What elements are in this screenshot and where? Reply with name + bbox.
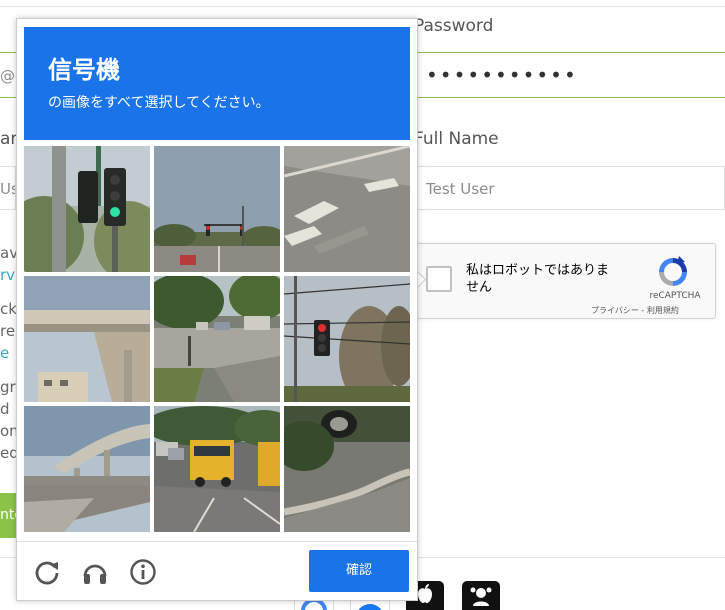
- recaptcha-logo-icon: [659, 256, 687, 286]
- footer-divider: [17, 541, 417, 542]
- text-fragment: ck: [0, 300, 17, 318]
- link-fragment[interactable]: rv: [0, 266, 15, 284]
- image-tile-9[interactable]: [284, 406, 410, 532]
- divider: [0, 6, 725, 7]
- name-field-fragment[interactable]: Us: [0, 166, 16, 210]
- image-tile-5[interactable]: [154, 276, 280, 402]
- image-tile-6[interactable]: [284, 276, 410, 402]
- terms-link[interactable]: 利用規約: [647, 306, 679, 315]
- info-icon[interactable]: [129, 558, 157, 586]
- recaptcha-checkbox[interactable]: [426, 266, 452, 292]
- recaptcha-challenge: 信号機 の画像をすべて選択してください。 確認: [16, 18, 418, 601]
- challenge-header: 信号機 の画像をすべて選択してください。: [24, 27, 410, 140]
- name-label-fragment: ar: [0, 129, 18, 149]
- email-field[interactable]: @e: [0, 54, 16, 98]
- image-tile-3[interactable]: [284, 146, 410, 272]
- full-name-label: Full Name: [414, 129, 499, 149]
- image-tile-4[interactable]: [24, 276, 150, 402]
- image-tile-1[interactable]: [24, 146, 150, 272]
- privacy-link[interactable]: プライバシー: [591, 306, 639, 315]
- verify-button[interactable]: 確認: [309, 550, 409, 592]
- terms-separator: -: [638, 306, 647, 315]
- image-tile-8[interactable]: [154, 406, 280, 532]
- text-fragment: re: [0, 322, 16, 340]
- challenge-target-object: 信号機: [48, 56, 120, 84]
- text-fragment: d: [0, 400, 10, 418]
- image-tile-7[interactable]: [24, 406, 150, 532]
- recaptcha-terms: プライバシー - 利用規約: [591, 305, 679, 316]
- link-fragment[interactable]: e: [0, 344, 9, 362]
- recaptcha-anchor: 私はロボットではありません reCAPTCHA プライバシー - 利用規約: [414, 243, 716, 319]
- challenge-instruction: の画像をすべて選択してください。: [48, 95, 270, 111]
- audio-icon[interactable]: [81, 558, 109, 586]
- image-grid: [24, 146, 411, 534]
- sso-icon: [470, 587, 492, 606]
- full-name-field[interactable]: Test User: [414, 166, 725, 210]
- password-field[interactable]: •••••••••••: [414, 54, 725, 98]
- image-tile-2[interactable]: [154, 146, 280, 272]
- recaptcha-brand: reCAPTCHA: [649, 291, 701, 301]
- password-label: Password: [414, 16, 494, 36]
- recaptcha-checkbox-label[interactable]: 私はロボットではありません: [466, 262, 616, 296]
- sso-login-button[interactable]: [462, 581, 500, 610]
- reload-icon[interactable]: [33, 558, 61, 586]
- signup-page: Password ••••••••••• @e Full Name ar Tes…: [0, 0, 725, 610]
